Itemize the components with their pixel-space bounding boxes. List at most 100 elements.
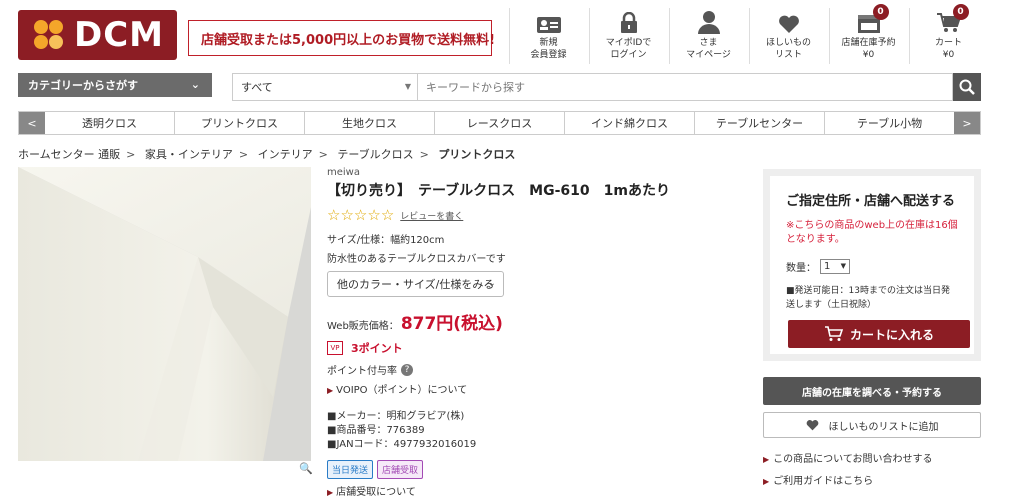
inquiry-link[interactable]: ▶ この商品についてお問い合わせする [763,450,933,465]
variant-select-label: 他のカラー・サイズ/仕様をみる [337,278,495,291]
quantity-label: 数量： [786,263,816,274]
same-day-shipping-tag: 当日発送 [327,460,374,479]
logo-text: DCM [74,15,165,55]
star-empty-icon: ☆ [367,206,381,224]
category-item-table-center[interactable]: テーブルセンター [695,112,825,134]
nav-register-line2: 会員登録 [530,50,567,60]
nav-wishlist[interactable]: ほしいもの リスト [749,8,827,64]
spec-item-number: ■商品番号：776389 [327,425,425,436]
store-reserve-icon: 0 [849,4,889,34]
star-empty-icon: ☆ [340,206,354,224]
check-store-stock-button[interactable]: 店舗の在庫を調べる・予約する [763,377,981,405]
heart-icon [806,420,818,431]
product-title: 【切り売り】 テーブルクロス MG-610 1mあたり [327,183,670,199]
nav-store-reserve-line1: 店舗在庫予約 [841,38,896,48]
cart-icon [824,326,844,341]
search-bar: カテゴリーからさがす ⌄ すべて ▼ [18,73,981,101]
category-item-print[interactable]: プリントクロス [175,112,305,134]
search-input[interactable] [418,73,953,101]
search-scope-select[interactable]: すべて ▼ [232,73,418,101]
add-to-wishlist-button[interactable]: ほしいものリストに追加 [763,412,981,438]
store-pickup-tag: 店舗受取 [377,460,424,479]
delivery-panel: ご指定住所・店舗へ配送する ※こちらの商品のweb上の在庫は16個となります。 … [763,169,981,361]
category-item-indian-cotton[interactable]: インド綿クロス [565,112,695,134]
product-brand[interactable]: meiwa [327,167,747,178]
check-store-stock-label: 店舗の在庫を調べる・予約する [802,387,942,399]
dropdown-arrow-icon: ▼ [404,82,411,91]
nav-cart-line2: ¥0 [942,50,955,60]
promo-text: 店舗受取または5,000円以上のお買物で送料無料! [201,32,496,48]
price-label: Web販売価格： [327,321,399,332]
star-empty-icon: ☆ [327,206,341,224]
triangle-bullet-icon: ▶ [327,386,334,395]
search-icon [959,79,975,95]
product-image[interactable] [18,167,311,461]
quantity-select[interactable]: 1 ▼ [820,259,850,274]
triangle-bullet-icon: ▶ [763,455,770,464]
inquiry-link-label: この商品についてお問い合わせする [773,454,933,465]
rating-stars: ☆ ☆ ☆ ☆ ☆ レビューを書く [327,208,747,223]
store-pickup-link[interactable]: ▶ 店舗受取について [327,483,747,498]
person-icon [689,8,729,34]
help-icon[interactable]: ? [401,363,413,376]
nav-mypage-line1: さま [699,38,718,48]
category-item-fabric[interactable]: 生地クロス [305,112,435,134]
category-prev-button[interactable]: < [19,112,45,134]
nav-cart[interactable]: 0 カート ¥0 [909,4,987,64]
nav-register-line1: 新規 [539,38,558,48]
spec-maker: ■メーカー：明和グラビア(株) [327,411,465,422]
product-description: 防水性のあるテーブルクロスカバーです [327,254,506,265]
points-value: 3ポイント [351,342,403,355]
breadcrumb-item[interactable]: 家具・インテリア [145,148,233,161]
heart-icon [769,8,809,34]
star-empty-icon: ☆ [353,206,368,224]
nav-login-line1: マイポIDで [605,38,652,48]
member-card-icon [529,8,569,34]
price-value: 877円(税込) [400,314,503,334]
store-pickup-link-label: 店舗受取について [336,487,416,498]
site-header: DCM 店舗受取または5,000円以上のお買物で送料無料! 新規会員登録 マイポ… [0,0,1024,70]
triangle-bullet-icon: ▶ [763,477,770,486]
dcm-logo[interactable]: DCM [18,10,177,60]
quantity-row: 数量： 1 ▼ [786,259,958,274]
zoom-icon[interactable]: 🔍 [299,462,313,475]
category-item-lace[interactable]: レースクロス [435,112,565,134]
delivery-title: ご指定住所・店舗へ配送する [786,194,956,209]
free-shipping-banner[interactable]: 店舗受取または5,000円以上のお買物で送料無料! [188,20,496,56]
write-review-link[interactable]: レビューを書く [400,209,463,222]
service-tags: 当日発送 店舗受取 [327,460,747,479]
category-next-button[interactable]: > [954,112,980,134]
store-reserve-badge: 0 [872,4,889,20]
voipo-link[interactable]: ▶ VOIPO（ポイント）について [327,381,747,396]
nav-store-reserve[interactable]: 0 店舗在庫予約 ¥0 [829,4,907,64]
category-item-clear[interactable]: 透明クロス [45,112,175,134]
breadcrumb-item[interactable]: インテリア [258,148,313,161]
category-search-button[interactable]: カテゴリーからさがす ⌄ [18,73,212,97]
nav-mypage[interactable]: さま マイページ [669,8,747,64]
nav-login[interactable]: マイポIDで ログイン [589,8,667,64]
nav-cart-line1: カート [934,38,962,48]
breadcrumb-item[interactable]: テーブルクロス [337,148,413,161]
add-to-cart-label: カートに入れる [849,327,934,342]
chevron-down-icon: ⌄ [487,278,496,289]
category-nav: < 透明クロス プリントクロス 生地クロス レースクロス インド綿クロス テーブ… [18,111,981,135]
chevron-down-icon: ▼ [840,262,846,270]
search-button[interactable] [953,73,981,101]
product-info: meiwa 【切り売り】 テーブルクロス MG-610 1mあたり ☆ ☆ ☆ … [327,167,747,498]
category-search-label: カテゴリーからさがす [28,79,138,92]
category-item-table-accessories[interactable]: テーブル小物 [825,112,954,134]
breadcrumb-item[interactable]: ホームセンター 通販 [18,148,120,161]
quantity-value: 1 [824,261,831,272]
breadcrumb: ホームセンター 通販 > 家具・インテリア > インテリア > テーブルクロス > プリ… [18,148,516,161]
logo-dots-icon [32,18,66,52]
nav-register[interactable]: 新規 会員登録 [509,8,587,64]
guide-link[interactable]: ▶ ご利用ガイドはこちら [763,472,873,487]
add-to-wishlist-label: ほしいものリストに追加 [828,421,939,433]
variant-select-button[interactable]: 他のカラー・サイズ/仕様をみる ⌄ [327,271,504,297]
point-rate: ポイント付与率 ? [327,362,747,377]
breadcrumb-current: プリントクロス [438,148,516,161]
voipo-points-icon: VP [327,341,343,355]
add-to-cart-button[interactable]: カートに入れる [788,320,970,348]
points-row: VP 3ポイント [327,340,747,356]
point-rate-label: ポイント付与率 [327,366,397,377]
